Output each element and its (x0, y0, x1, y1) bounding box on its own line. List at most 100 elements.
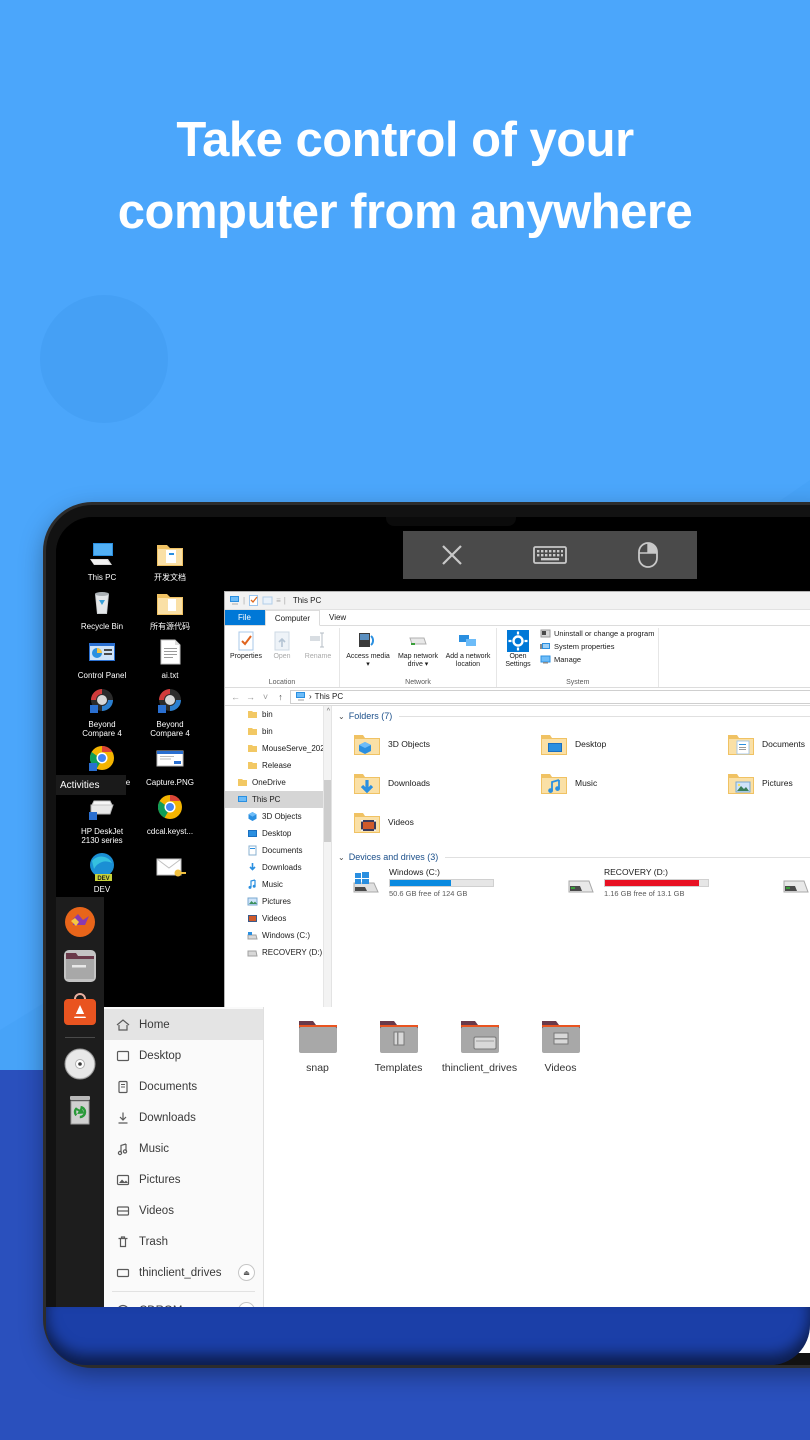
headline-line-2: computer from anywhere (117, 185, 693, 239)
sidebar-item-videos[interactable]: Videos (104, 1195, 263, 1226)
keyboard-toggle-button[interactable] (521, 535, 579, 575)
folder-tile-downloads[interactable]: Downloads (352, 765, 539, 801)
chevron-down-icon[interactable]: ≡ (276, 596, 281, 605)
desktop-icon-label: ai.txt (161, 671, 179, 680)
desktop-icon-mail-key[interactable] (140, 849, 200, 894)
tab-computer[interactable]: Computer (264, 610, 321, 626)
desktop-icon-ai-txt[interactable]: ai.txt (140, 635, 200, 680)
chevron-down-icon[interactable]: ⌄ (338, 853, 345, 862)
tree-item-pictures[interactable]: Pictures (225, 893, 331, 910)
desktop-icon-edge-dev[interactable]: DEV DEV (72, 849, 132, 894)
tab-view[interactable]: View (320, 610, 356, 625)
drive-tile-windows-c[interactable]: Windows (C:) 50.6 GB free of 124 GB (350, 867, 565, 898)
tree-item-desktop[interactable]: Desktop (225, 825, 331, 842)
tree-item-label: Release (262, 761, 292, 770)
map-network-drive-button[interactable]: Map network drive ▾ (394, 628, 442, 669)
folder-tile-videos[interactable]: Videos (352, 804, 539, 840)
manage-item[interactable]: Manage (540, 654, 654, 665)
nautilus-folder-templates[interactable]: Templates (359, 1017, 438, 1074)
folder-tile-3d-objects[interactable]: 3D Objects (352, 726, 539, 762)
sidebar-item-thinclient-drives[interactable]: thinclient_drives ⏏ (104, 1257, 263, 1288)
sidebar-item-desktop[interactable]: Desktop (104, 1040, 263, 1071)
system-properties-item[interactable]: System properties (540, 641, 654, 652)
sidebar-divider (112, 1291, 255, 1292)
drive-tile-d-e[interactable]: D (E:) 85.1 GB f (780, 867, 810, 898)
activities-button[interactable]: Activities (56, 775, 126, 795)
sidebar-item-documents[interactable]: Documents (104, 1071, 263, 1102)
tree-item-recovery-d[interactable]: RECOVERY (D:) (225, 944, 331, 961)
folder-tile-music[interactable]: Music (539, 765, 726, 801)
scrollbar-thumb[interactable] (324, 780, 331, 842)
files-icon[interactable] (63, 949, 97, 983)
chevron-down-icon[interactable]: ⌄ (338, 712, 345, 721)
recent-locations-button[interactable]: ˅ (260, 692, 271, 702)
desktop-icon-cdcal-keystore[interactable]: cdcal.keyst... (140, 791, 200, 845)
properties-icon[interactable] (248, 595, 259, 606)
nautilus-folder-videos[interactable]: Videos (521, 1017, 600, 1074)
folder-tile-documents[interactable]: Documents (726, 726, 810, 762)
properties-button[interactable]: Properties (229, 628, 263, 661)
sidebar-item-trash[interactable]: Trash (104, 1226, 263, 1257)
open-button[interactable]: Open (265, 628, 299, 661)
tree-item-onedrive[interactable]: OneDrive (225, 774, 331, 791)
tree-item-release[interactable]: Release (225, 757, 331, 774)
tree-item-documents[interactable]: Documents (225, 842, 331, 859)
software-center-icon[interactable] (63, 993, 97, 1027)
nautilus-folder-thinclient-drives[interactable]: thinclient_drives (440, 1017, 519, 1074)
address-bar[interactable]: › This PC (290, 689, 810, 704)
sidebar-item-music[interactable]: Music (104, 1133, 263, 1164)
tree-item-music[interactable]: Music (225, 876, 331, 893)
nautilus-folder-snap[interactable]: snap (278, 1017, 357, 1074)
drive-icon (247, 930, 258, 941)
tree-item-videos[interactable]: Videos (225, 910, 331, 927)
scroll-up-arrow[interactable]: ^ (327, 708, 330, 715)
folder-tile-pictures[interactable]: Pictures (726, 765, 810, 801)
close-session-button[interactable] (423, 535, 481, 575)
desktop-icon-hp-deskjet[interactable]: HP DeskJet 2130 series (72, 791, 132, 845)
tree-item-downloads[interactable]: Downloads (225, 859, 331, 876)
tree-scrollbar[interactable]: ^ (323, 706, 331, 1030)
eject-button[interactable]: ⏏ (238, 1264, 255, 1281)
access-media-button[interactable]: Access media ▾ (344, 628, 392, 669)
tree-item-this-pc[interactable]: This PC (225, 791, 331, 808)
uninstall-program-item[interactable]: Uninstall or change a program (540, 628, 654, 639)
trash-icon[interactable] (63, 1093, 97, 1127)
desktop-icon-beyond-compare-2[interactable]: Beyond Compare 4 (140, 684, 200, 738)
desktop-icon-all-source[interactable]: 所有源代码 (140, 586, 200, 631)
tree-item-windows-c[interactable]: Windows (C:) (225, 927, 331, 944)
desktop-icon-control-panel[interactable]: Control Panel (72, 635, 132, 680)
tree-item-3d-objects[interactable]: 3D Objects (225, 808, 331, 825)
folders-group-header[interactable]: ⌄ Folders (7) (338, 711, 810, 721)
folder-tile-desktop[interactable]: Desktop (539, 726, 726, 762)
desktop-icon-this-pc[interactable]: This PC (72, 537, 132, 582)
mouse-toggle-button[interactable] (619, 535, 677, 575)
forward-button[interactable]: → (245, 692, 256, 702)
tree-item-bin-1[interactable]: bin (225, 706, 331, 723)
sidebar-item-downloads[interactable]: Downloads (104, 1102, 263, 1133)
back-button[interactable]: ← (230, 692, 241, 702)
up-button[interactable]: ↑ (275, 692, 286, 702)
sidebar-item-home[interactable]: Home (104, 1009, 263, 1040)
desktop-icon-label: This PC (87, 573, 117, 582)
add-network-location-button[interactable]: Add a network location (444, 628, 492, 669)
drive-tile-recovery-d[interactable]: RECOVERY (D:) 1.16 GB free of 13.1 GB (565, 867, 780, 898)
firefox-icon[interactable] (63, 905, 97, 939)
keyboard-icon (533, 546, 567, 564)
breadcrumb-separator: › (309, 692, 312, 701)
drives-group-header[interactable]: ⌄ Devices and drives (3) (338, 852, 810, 862)
open-settings-button[interactable]: Open Settings (501, 628, 535, 669)
tab-file[interactable]: File (225, 610, 265, 625)
tree-item-bin-2[interactable]: bin (225, 723, 331, 740)
cdrom-icon[interactable] (63, 1047, 97, 1081)
sidebar-item-pictures[interactable]: Pictures (104, 1164, 263, 1195)
tree-item-mouseserve[interactable]: MouseServe_202 (225, 740, 331, 757)
desktop-icon-label: Control Panel (77, 671, 127, 680)
new-folder-icon[interactable] (262, 595, 273, 606)
desktop-icon-capture-png[interactable]: Capture.PNG (140, 742, 200, 787)
explorer-navigation-tree[interactable]: bin bin MouseServe_202 Release OneDrive … (225, 706, 332, 1030)
desktop-icon-recycle-bin[interactable]: Recycle Bin (72, 586, 132, 631)
recycle-bin-icon (85, 586, 119, 620)
desktop-icon-beyond-compare-1[interactable]: Beyond Compare 4 (72, 684, 132, 738)
desktop-icon-dev-docs[interactable]: 开发文档 (140, 537, 200, 582)
rename-button[interactable]: Rename (301, 628, 335, 661)
